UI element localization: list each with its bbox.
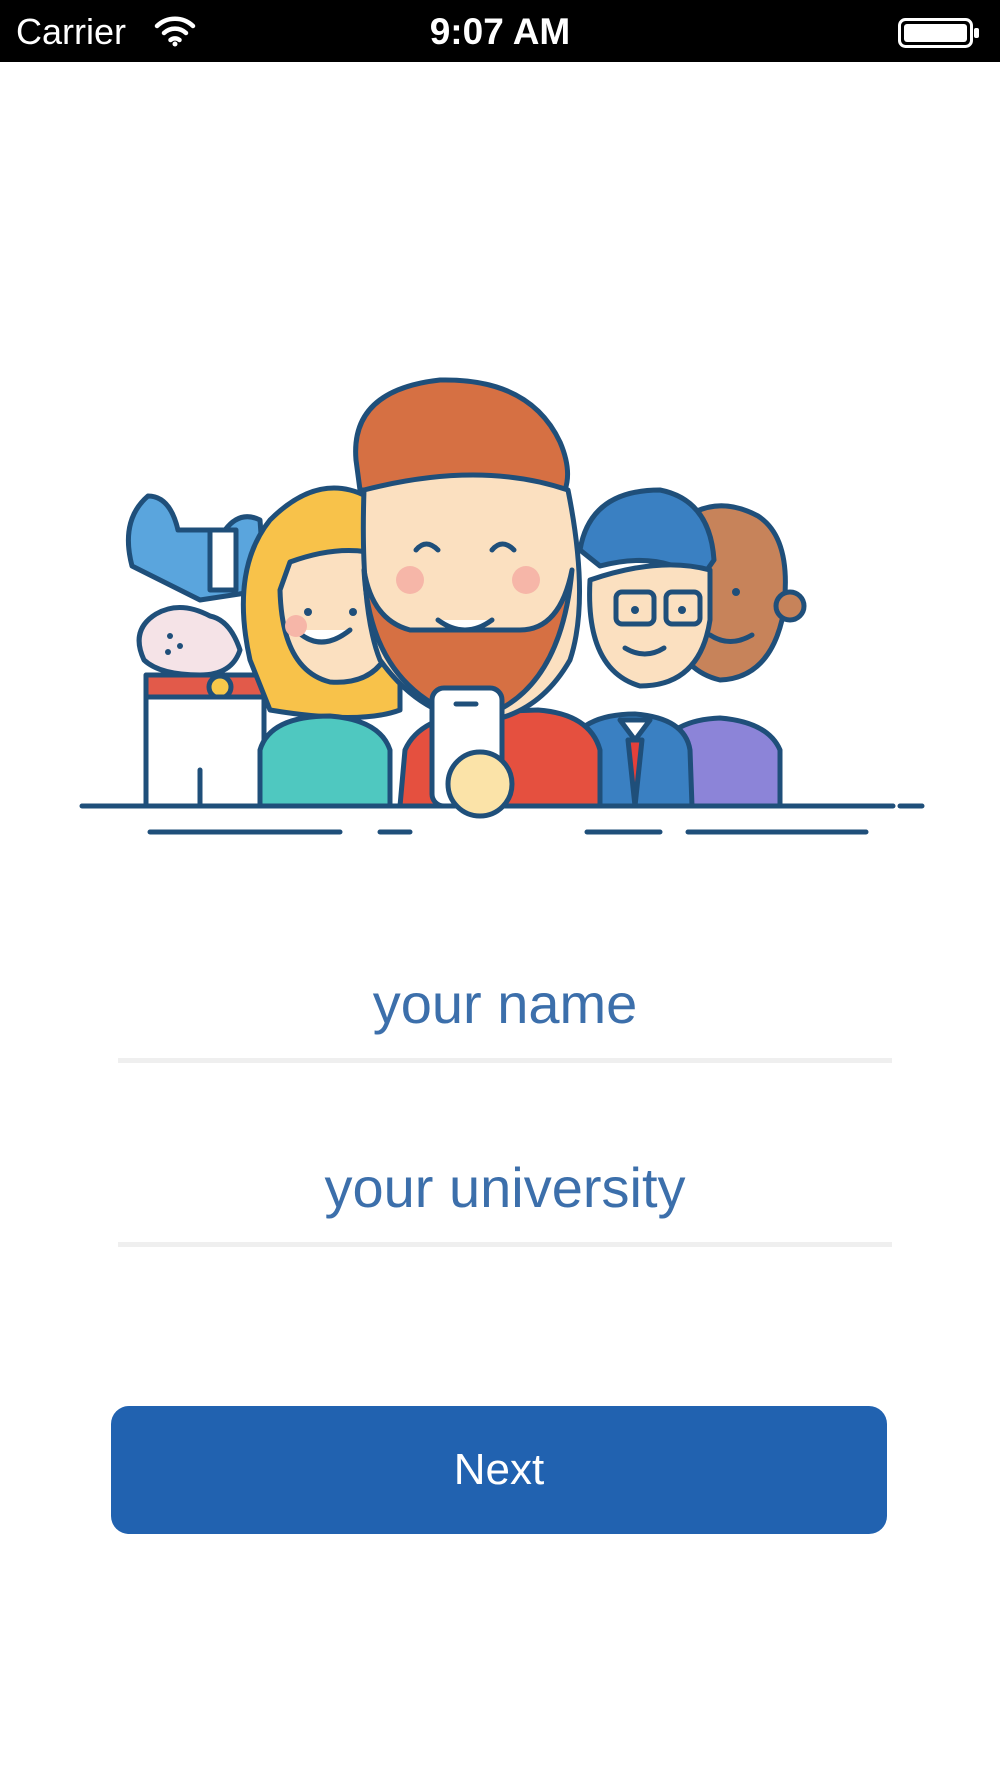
name-input[interactable] — [118, 948, 892, 1058]
dog-figure — [125, 493, 268, 809]
next-button[interactable]: Next — [111, 1406, 887, 1534]
university-input[interactable] — [118, 1132, 892, 1242]
battery-icon — [898, 18, 979, 48]
status-time: 9:07 AM — [429, 11, 571, 52]
university-field[interactable] — [118, 1132, 892, 1247]
group-of-people-illustration — [79, 377, 925, 835]
status-bar: Carrier 9:07 AM — [0, 0, 1000, 62]
name-field[interactable] — [118, 948, 892, 1063]
